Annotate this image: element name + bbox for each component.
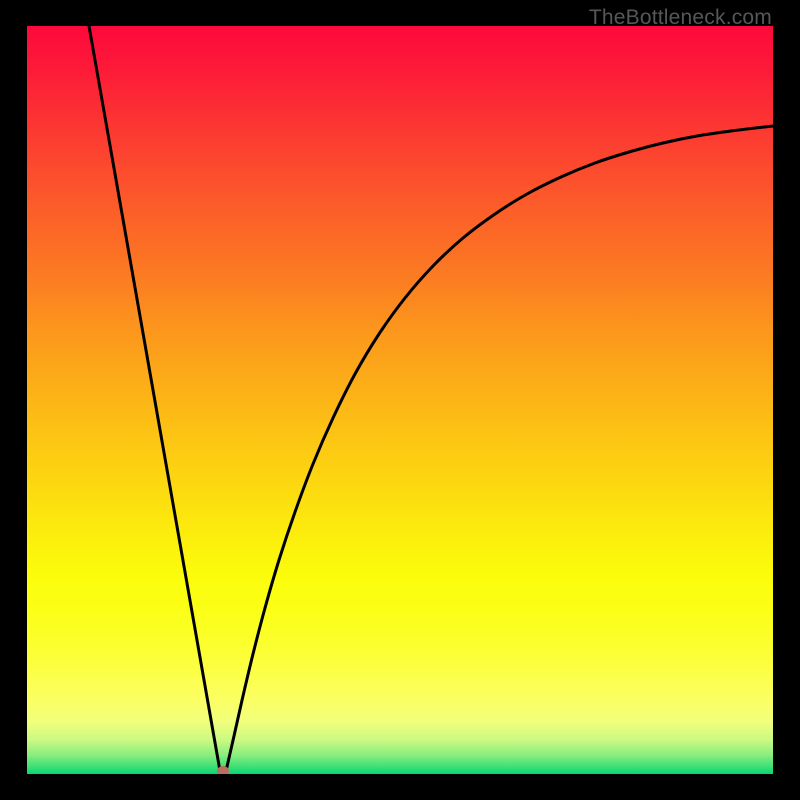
watermark-text: TheBottleneck.com [589, 6, 772, 30]
chart-svg [27, 26, 773, 774]
chart-background [27, 26, 773, 774]
